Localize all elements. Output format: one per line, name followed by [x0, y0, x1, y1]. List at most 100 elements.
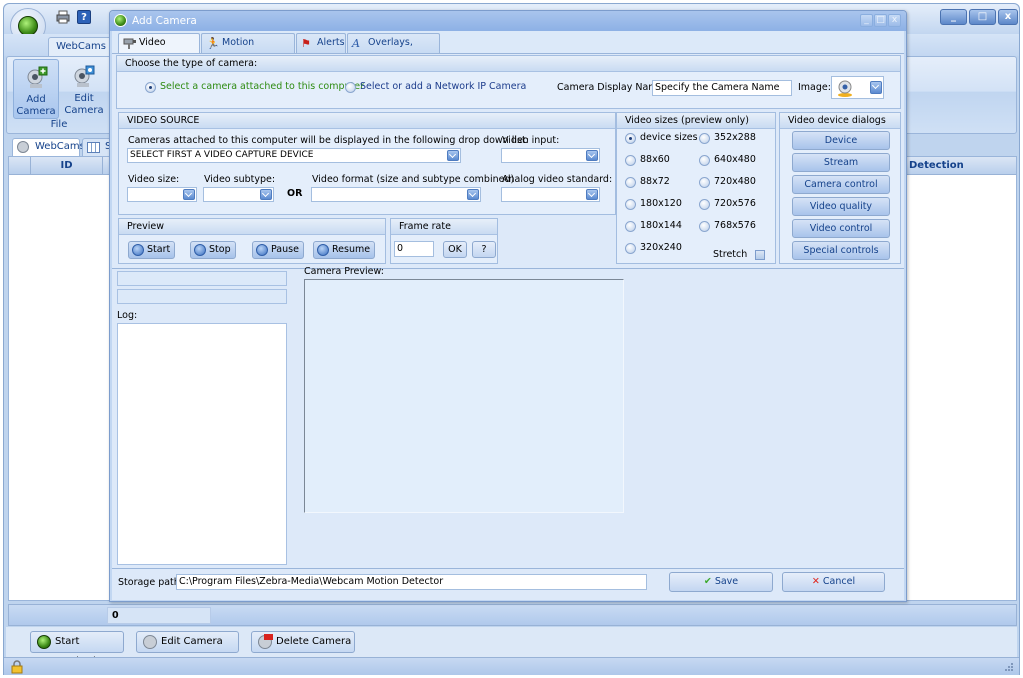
video-size-select[interactable] — [127, 187, 197, 202]
video-subtype-arrow-icon[interactable] — [260, 189, 272, 200]
status-field-1 — [117, 271, 287, 286]
radio-size-720x480[interactable] — [699, 177, 710, 188]
camera-device-select[interactable]: SELECT FIRST A VIDEO CAPTURE DEVICE — [127, 148, 461, 163]
doc-tab-schedule[interactable]: Sc — [82, 138, 112, 156]
preview-pause-button[interactable]: Pause — [252, 241, 304, 259]
help-icon[interactable]: ? — [77, 10, 91, 24]
network-camera-label[interactable]: Select or add a Network IP Camera — [360, 81, 526, 92]
size-label[interactable]: 720x480 — [714, 176, 756, 187]
radio-size-88x60[interactable] — [625, 155, 636, 166]
radio-size-88x72[interactable] — [625, 177, 636, 188]
size-label[interactable]: 180x120 — [640, 198, 682, 209]
radio-size-180x120[interactable] — [625, 199, 636, 210]
frame-rate-help-button[interactable]: ? — [472, 241, 496, 258]
tab-alerts[interactable]: ⚑ Alerts — [296, 33, 346, 53]
video-size-arrow-icon[interactable] — [183, 189, 195, 200]
radio-network-camera[interactable] — [345, 82, 356, 93]
resume-icon — [317, 244, 329, 256]
alerts-icon: ⚑ — [301, 37, 311, 50]
video-input-arrow-icon[interactable] — [586, 150, 598, 161]
save-button[interactable]: ✔ Save — [669, 572, 773, 592]
size-label[interactable]: 640x480 — [714, 154, 756, 165]
pause-icon — [256, 244, 268, 256]
display-name-input[interactable]: Specify the Camera Name — [652, 80, 792, 96]
radio-size-720x576[interactable] — [699, 199, 710, 210]
size-label[interactable]: 320x240 — [640, 242, 682, 253]
size-label[interactable]: 720x576 — [714, 198, 756, 209]
size-label[interactable]: device sizes — [640, 132, 698, 143]
video-control-button[interactable]: Video control — [792, 219, 890, 238]
size-label[interactable]: 88x60 — [640, 154, 670, 165]
minimize-button[interactable]: _ — [940, 9, 967, 25]
schedule-icon — [87, 142, 100, 153]
storage-path-input[interactable]: C:\Program Files\Zebra-Media\Webcam Moti… — [176, 574, 647, 590]
printer-icon[interactable] — [56, 10, 70, 24]
video-subtype-select[interactable] — [203, 187, 274, 202]
dialog-close-button[interactable]: x — [888, 14, 901, 27]
grid-footer: 0 — [8, 604, 1017, 626]
close-button[interactable]: x — [998, 9, 1018, 25]
tab-motion-detection[interactable]: 🏃 Motion Detection — [201, 33, 295, 66]
special-controls-button[interactable]: Special controls — [792, 241, 890, 260]
divider — [112, 568, 904, 569]
preview-stop-button[interactable]: Stop — [190, 241, 236, 259]
maximize-button[interactable]: □ — [969, 9, 996, 25]
stretch-checkbox[interactable] — [755, 250, 765, 260]
radio-size-352x288[interactable] — [699, 133, 710, 144]
camera-control-button[interactable]: Camera control — [792, 175, 890, 194]
tab-video-source[interactable]: Video Source — [118, 33, 200, 66]
status-field-2 — [117, 289, 287, 304]
doc-tab-webcams[interactable]: WebCams — [12, 138, 85, 156]
start-monitoring-button[interactable]: Start Monitoring — [30, 631, 124, 667]
video-format-select[interactable] — [311, 187, 481, 202]
stream-button[interactable]: Stream — [792, 153, 890, 172]
divider — [112, 268, 904, 269]
analog-standard-arrow-icon[interactable] — [586, 189, 598, 200]
edit-camera-icon — [143, 635, 157, 649]
radio-size-640x480[interactable] — [699, 155, 710, 166]
doc-tab-webcams-label: WebCams — [35, 141, 85, 152]
column-detection[interactable]: Detection — [905, 157, 1016, 175]
frame-rate-panel: Frame rate 0 OK ? — [390, 218, 498, 264]
size-label[interactable]: 180x144 — [640, 220, 682, 231]
preview-stop-label: Stop — [209, 244, 231, 255]
size-label[interactable]: 352x288 — [714, 132, 756, 143]
video-input-select[interactable] — [501, 148, 600, 163]
dialog-minimize-button[interactable]: _ — [860, 14, 873, 27]
local-camera-label[interactable]: Select a camera attached to this compute… — [160, 81, 364, 92]
video-source-icon — [123, 37, 137, 50]
video-quality-button[interactable]: Video quality — [792, 197, 890, 216]
tab-overlays-labels[interactable]: A Overlays, Labels — [347, 33, 440, 66]
grid-row-selector-header — [9, 157, 31, 175]
size-label[interactable]: 88x72 — [640, 176, 670, 187]
log-textarea[interactable] — [117, 323, 287, 565]
preview-start-button[interactable]: Start — [128, 241, 176, 259]
camera-device-arrow-icon[interactable] — [447, 150, 459, 161]
ribbon-tab-webcams[interactable]: WebCams — [48, 37, 114, 56]
analog-standard-select[interactable] — [501, 187, 600, 202]
delete-camera-button[interactable]: Delete Camera — [251, 631, 355, 653]
frame-rate-input[interactable]: 0 — [394, 241, 434, 257]
edit-camera-button[interactable]: Edit Camera — [136, 631, 239, 653]
camera-preview-area — [304, 279, 624, 513]
edit-camera-ribbon-button[interactable]: Edit Camera — [61, 59, 107, 119]
image-select-arrow-icon[interactable] — [870, 81, 882, 94]
add-camera-label-2: Camera — [16, 106, 56, 117]
dialog-title: Add Camera — [132, 15, 197, 27]
radio-local-camera[interactable] — [145, 82, 156, 93]
cancel-button[interactable]: ✕ Cancel — [782, 572, 885, 592]
radio-size-768x576[interactable] — [699, 221, 710, 232]
add-camera-ribbon-button[interactable]: Add Camera — [13, 59, 59, 119]
video-format-arrow-icon[interactable] — [467, 189, 479, 200]
radio-size-device-sizes[interactable] — [625, 133, 636, 144]
radio-size-320x240[interactable] — [625, 243, 636, 254]
preview-resume-button[interactable]: Resume — [313, 241, 376, 259]
resize-grip-icon[interactable] — [1004, 662, 1014, 672]
radio-size-180x144[interactable] — [625, 221, 636, 232]
device-button[interactable]: Device — [792, 131, 890, 150]
image-select[interactable] — [831, 76, 884, 99]
frame-rate-ok-button[interactable]: OK — [443, 241, 467, 258]
dialog-maximize-button[interactable]: □ — [874, 14, 887, 27]
size-label[interactable]: 768x576 — [714, 220, 756, 231]
column-id[interactable]: ID — [31, 157, 103, 175]
